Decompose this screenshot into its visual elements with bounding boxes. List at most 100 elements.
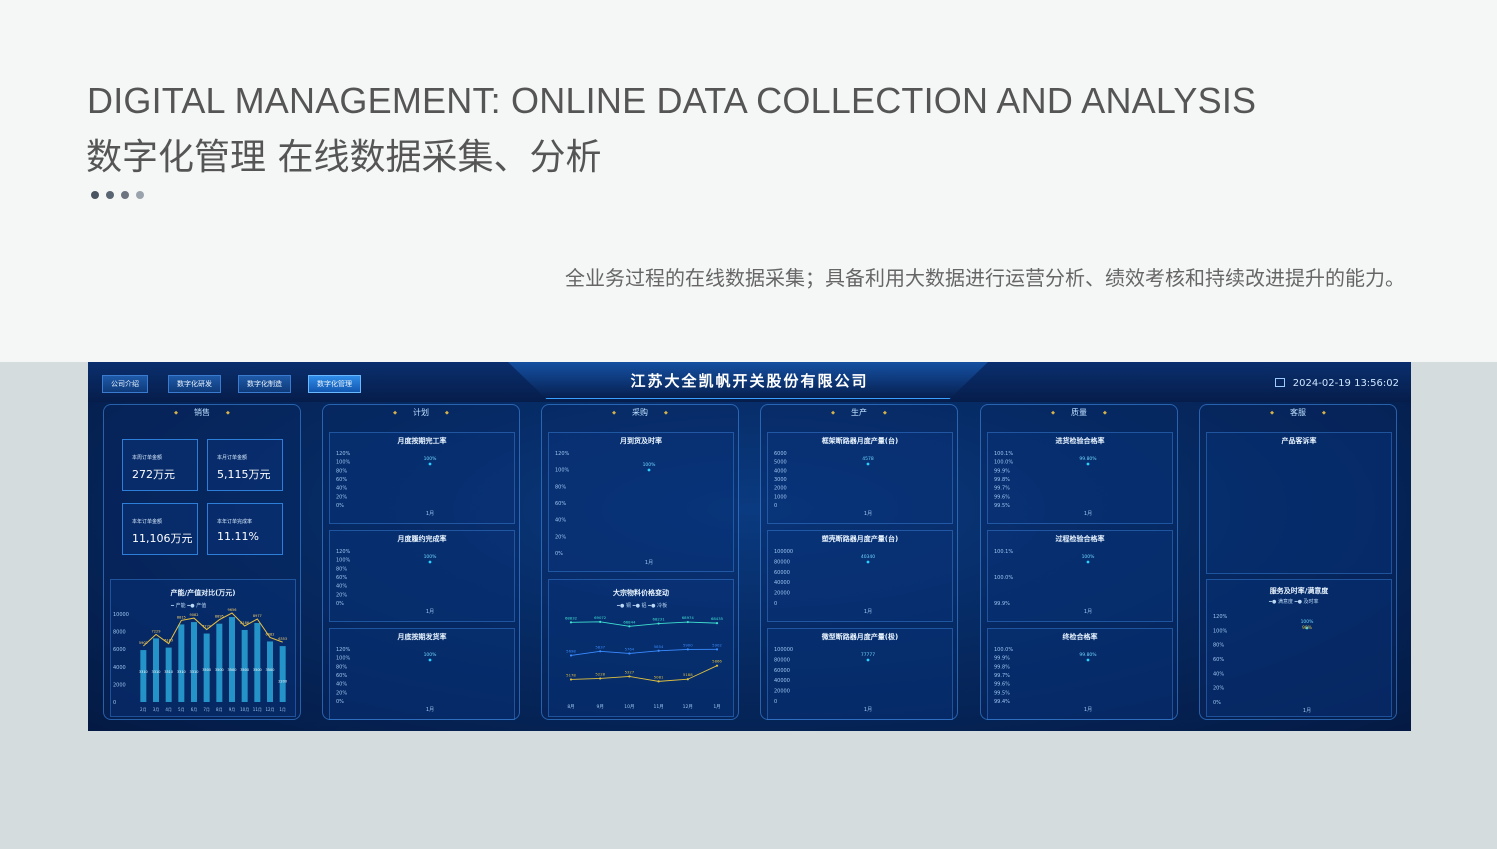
aluminum-point <box>657 649 660 652</box>
column-title-production: 生产 <box>761 407 957 418</box>
data-label: 100% <box>1301 619 1315 625</box>
x-tick: 1月 <box>279 707 286 712</box>
copper-label: 66844 <box>623 619 636 624</box>
capacity-bar <box>178 624 185 702</box>
column-title-sales: 销售 <box>104 407 300 418</box>
y-tick: 1000 <box>774 494 787 500</box>
slide-header-area <box>0 0 1497 362</box>
y-tick: 4000 <box>774 468 787 474</box>
nav-digital-management[interactable]: 数字化管理 <box>308 375 361 393</box>
panel-chart: 100.1% 100.0% 99.9% 1月 100% <box>994 549 1095 615</box>
x-tick: 9月 <box>229 707 236 712</box>
nav-digital-manufacturing[interactable]: 数字化制造 <box>238 375 291 393</box>
capacity-bar <box>191 622 197 702</box>
kpi-label: 本年订单完成率 <box>217 519 253 525</box>
price-chart: 68832 69072 66844 68231 68974 68435 5698 5837 57… <box>565 615 724 710</box>
y-tick: 60% <box>1213 657 1224 663</box>
y-tick: 99.5% <box>994 503 1010 509</box>
data-point <box>866 658 870 662</box>
y-tick: 80000 <box>774 559 790 565</box>
y-tick: 20% <box>336 592 347 598</box>
aluminum-label: 5698 <box>566 648 576 653</box>
x-tick: 5月 <box>178 707 185 712</box>
y-tick: 20% <box>1213 686 1224 692</box>
column-production: 生产 框架断路器月度产量(台)6000500040003000200010000… <box>760 404 958 720</box>
y-tick: 99.4% <box>994 699 1010 705</box>
y-tick: 120% <box>336 549 351 555</box>
y-tick: 3000 <box>774 477 787 483</box>
data-label: 100% <box>424 652 438 658</box>
data-label: 3500 <box>253 668 262 672</box>
y-tick: 120% <box>555 451 570 457</box>
y-tick: 40% <box>555 518 566 524</box>
x-tick: 7月 <box>203 707 210 712</box>
y-tick: 99.6% <box>994 682 1010 688</box>
kpi-label: 本月订单金额 <box>217 455 248 461</box>
x-tick: 1月 <box>426 707 434 713</box>
y-tick: 120% <box>336 647 351 653</box>
panel-service-satisfaction: 服务及时率/满意度 ━● 满意度 ━● 及时率 120% 100% 80% 60% 40… <box>1206 579 1392 717</box>
data-point <box>428 462 432 466</box>
y-tick: 10000 <box>113 612 129 618</box>
data-label: 3310 <box>164 670 173 674</box>
data-label: 98% <box>1302 625 1313 631</box>
steel-point <box>715 664 719 667</box>
panel-production-0: 框架断路器月度产量(台) 6000 5000 4000 3000 2000 1000 0 1月 4… <box>767 432 953 524</box>
dot-2 <box>106 191 114 199</box>
copper-point <box>686 620 689 624</box>
y-tick: 60000 <box>774 570 790 576</box>
capacity-bar <box>279 646 286 702</box>
y-tick: 100.0% <box>994 575 1013 581</box>
panel-chart: 120% 100% 80% 60% 40% 20% 0% 1月 100% <box>336 549 437 615</box>
copper-point <box>569 621 573 624</box>
panel-plan-2: 月底按期发货率 120% 100% 80% 60% 40% 20% 0% 1月 100% <box>329 628 515 720</box>
x-tick: 12月 <box>683 704 693 710</box>
data-label: 100% <box>424 456 438 462</box>
x-tick: 1月 <box>1303 708 1311 714</box>
y-tick: 100000 <box>774 549 793 555</box>
data-label: 3310 <box>152 670 161 674</box>
x-tick: 1月 <box>864 511 872 517</box>
x-tick: 1月 <box>1084 707 1092 713</box>
data-label: 9082 <box>190 613 199 617</box>
nav-digital-rd[interactable]: 数字化研发 <box>168 375 221 393</box>
y-tick: 2000 <box>774 486 787 492</box>
nav-company-intro[interactable]: 公司介绍 <box>102 375 148 393</box>
x-tick: 1月 <box>426 609 434 615</box>
steel-point <box>569 678 573 681</box>
copper-point <box>715 622 719 625</box>
data-label: 3500 <box>266 668 275 672</box>
dot-4 <box>136 191 144 199</box>
data-label: 7229 <box>152 629 161 633</box>
panel-production-2: 微型断路器月度产量(极) 100000 80000 60000 40000 20000 0 1… <box>767 628 953 720</box>
y-tick: 99.5% <box>994 690 1010 696</box>
data-label: 99.80% <box>1079 652 1097 658</box>
panel-complaint-rate: 产品客诉率 <box>1206 432 1392 574</box>
y-tick: 6000 <box>774 451 787 457</box>
y-tick: 0 <box>774 699 777 705</box>
column-plan: 计划 月度按期完工率120%100%80%60%40%20%0%1月100%月度… <box>322 404 520 720</box>
panel-chart: 100000 80000 60000 40000 20000 0 1月 77777 <box>774 647 875 713</box>
panel-chart: 120% 100% 80% 60% 40% 20% 0% 1月 100% <box>336 451 438 517</box>
y-tick: 100% <box>336 460 351 466</box>
aluminum-label: 5837 <box>595 644 605 649</box>
panel-capacity-output: 产能/产值对比(万元) ━ 产能 ━● 产值 10000 8000 6000 4000… <box>110 579 296 717</box>
copper-label: 68974 <box>682 615 695 620</box>
panel-plan-1: 月度履约完成率 120% 100% 80% 60% 40% 20% 0% 1月 100% <box>329 530 515 622</box>
y-tick: 0 <box>113 700 116 706</box>
kpi-month-orders: 本月订单金额 5,115万元 <box>207 439 283 491</box>
dot-1 <box>91 191 99 199</box>
y-tick: 4000 <box>113 665 126 671</box>
x-tick: 11月 <box>653 704 663 710</box>
y-tick: 20000 <box>774 591 790 597</box>
aluminum-label: 5902 <box>712 642 722 647</box>
x-tick: 8月 <box>567 704 574 710</box>
x-tick: 1月 <box>426 511 434 517</box>
steel-label: 5188 <box>683 672 693 677</box>
x-tick: 6月 <box>191 707 198 712</box>
x-tick: 1月 <box>864 707 872 713</box>
y-tick: 0% <box>336 699 344 705</box>
steel-point <box>657 680 660 683</box>
y-tick: 0% <box>555 551 563 557</box>
y-tick: 8000 <box>113 630 126 636</box>
